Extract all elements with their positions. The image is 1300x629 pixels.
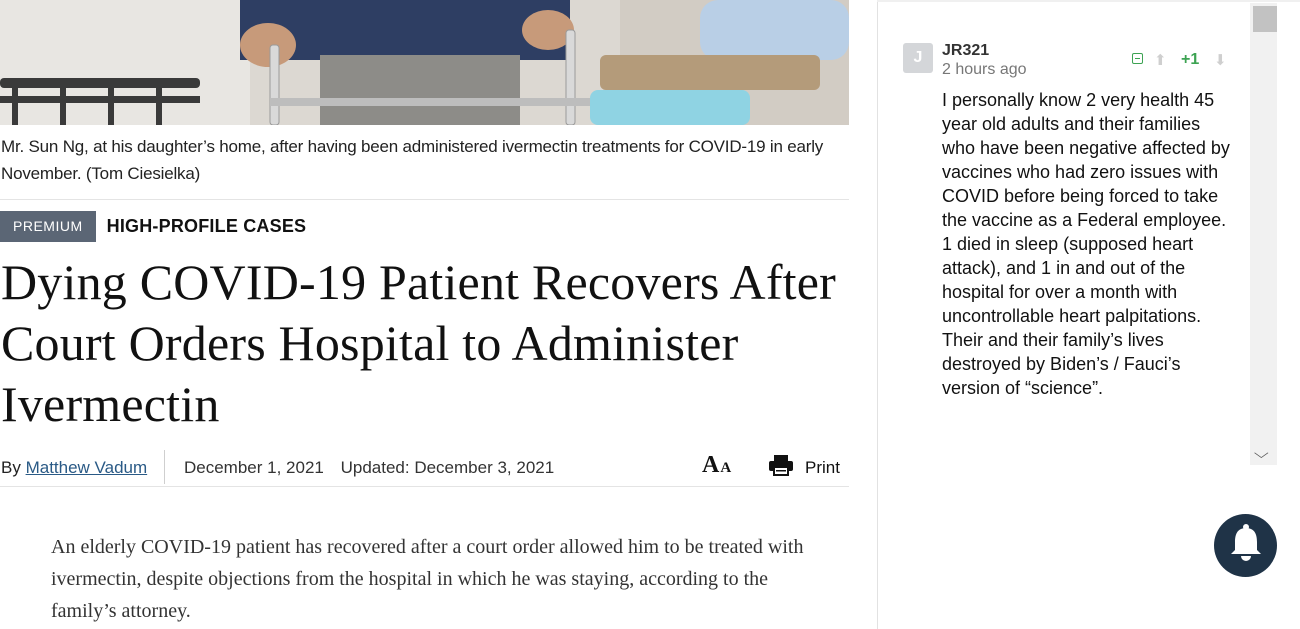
bell-icon [1229, 524, 1263, 567]
publish-date: December 1, 2021 [184, 458, 324, 477]
print-button[interactable]: Print [768, 454, 840, 481]
comment-body: I personally know 2 very health 45 year … [942, 90, 1230, 398]
byline-prefix: By [1, 458, 21, 477]
byline-divider [164, 450, 165, 484]
printer-icon [768, 454, 794, 481]
photo-caption: Mr. Sun Ng, at his daughter’s home, afte… [1, 137, 824, 183]
comments-scrollbar[interactable] [1250, 3, 1277, 465]
upvote-icon[interactable]: ⬆ [1154, 51, 1167, 69]
article-column: Mr. Sun Ng, at his daughter’s home, afte… [0, 0, 850, 629]
article-lead-paragraph: An elderly COVID-19 patient has recovere… [51, 536, 804, 622]
category-link[interactable]: HIGH-PROFILE CASES [107, 216, 307, 237]
updated-date: Updated: December 3, 2021 [340, 458, 555, 477]
top-border [877, 0, 1300, 2]
notifications-button[interactable] [1214, 514, 1277, 577]
comment-username[interactable]: JR321 [942, 42, 989, 60]
article-headline: Dying COVID-19 Patient Recovers After Co… [1, 254, 837, 432]
avatar[interactable]: J [903, 43, 933, 73]
author-link[interactable]: Matthew Vadum [26, 458, 148, 477]
hero-photo [0, 0, 849, 125]
collapse-icon[interactable] [1132, 53, 1143, 64]
divider [0, 199, 849, 200]
chevron-down-icon[interactable]: ⌵ [1254, 445, 1269, 462]
comment-timestamp: 2 hours ago [942, 61, 1027, 78]
article-tags: PREMIUM HIGH-PROFILE CASES [0, 211, 306, 242]
byline: By Matthew Vadum [1, 458, 147, 478]
premium-badge[interactable]: PREMIUM [0, 211, 96, 242]
comments-panel: J JR321 2 hours ago ⬆ +1 ⬇ I personally … [878, 3, 1278, 465]
comment-score: +1 [1181, 51, 1200, 68]
divider [0, 486, 849, 487]
byline-row: By Matthew Vadum December 1, 2021 Update… [0, 450, 849, 484]
font-size-icon[interactable]: AA [702, 452, 731, 479]
downvote-icon[interactable]: ⬇ [1214, 51, 1227, 69]
scrollbar-thumb[interactable] [1253, 6, 1277, 32]
print-label: Print [805, 457, 840, 477]
article-dates: December 1, 2021 Updated: December 3, 20… [184, 458, 554, 478]
